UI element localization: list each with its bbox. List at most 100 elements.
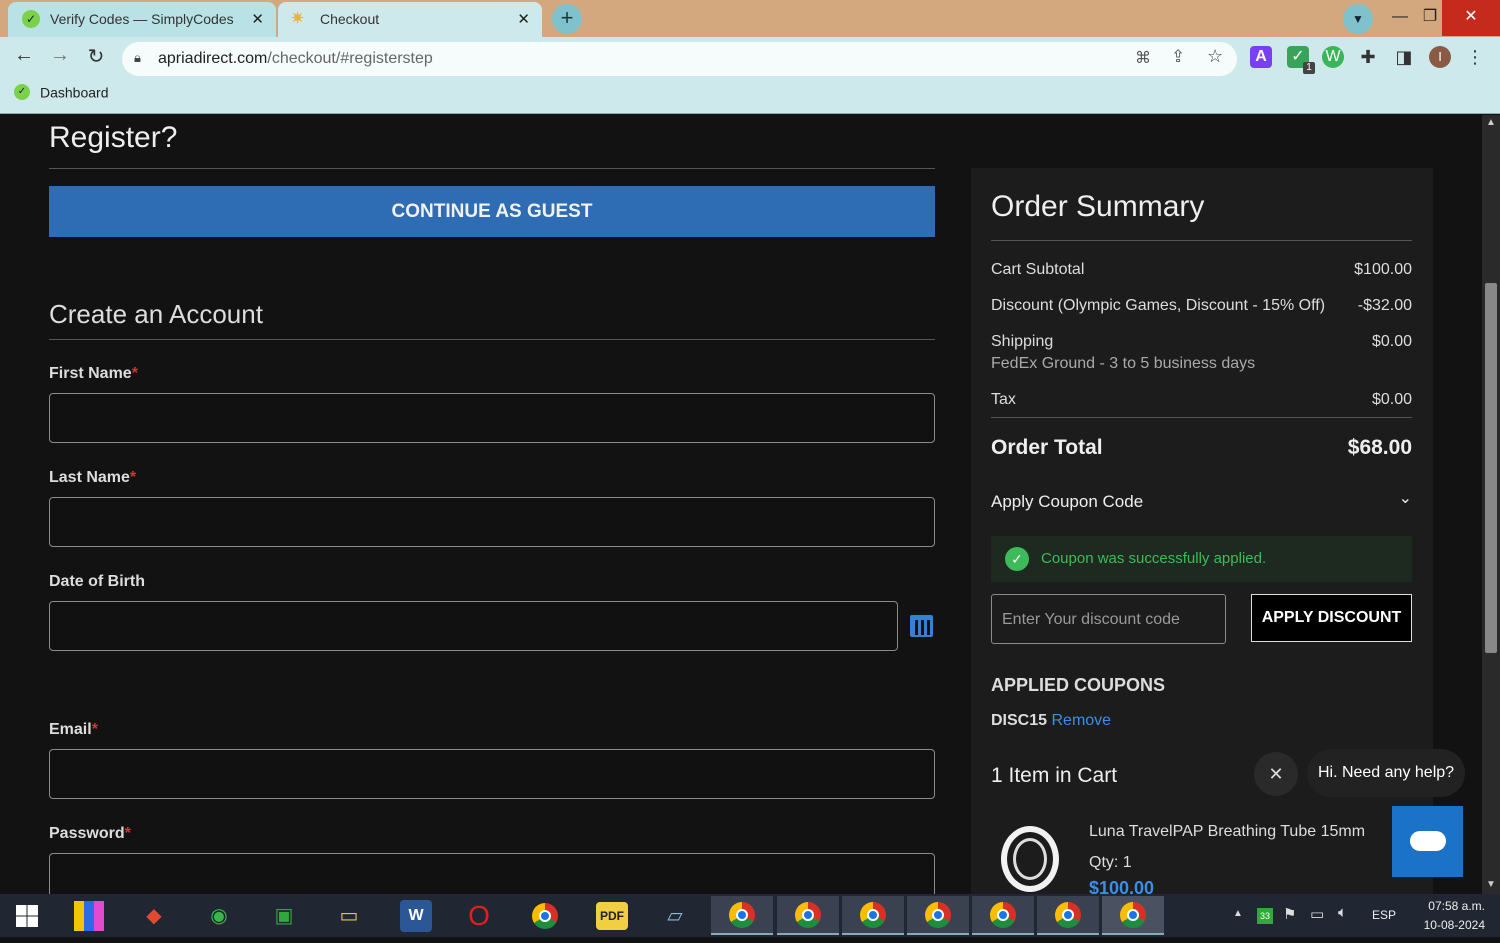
tab-checkout[interactable]: ✷ Checkout ✕	[278, 2, 542, 37]
tab-search-chevron-icon[interactable]: ▼	[1343, 4, 1373, 34]
bookmark-star-icon[interactable]: ☆	[1207, 46, 1223, 67]
url-text: apriadirect.com/checkout/#registerstep	[158, 50, 433, 68]
checkout-page: Register? CONTINUE AS GUEST Create an Ac…	[0, 115, 1482, 894]
product-thumbnail	[1001, 826, 1059, 892]
tax-label: Tax	[991, 391, 1016, 408]
coupon-toggle-label: Apply Coupon Code	[991, 492, 1144, 511]
shipping-value: $0.00	[1371, 333, 1412, 350]
tab-close-icon[interactable]: ✕	[517, 10, 530, 28]
discount-code-placeholder: Enter Your discount code	[1002, 611, 1180, 628]
word-icon[interactable]: W	[400, 900, 432, 932]
extension-w-icon[interactable]: W	[1322, 46, 1344, 68]
opera-icon[interactable]: O	[460, 898, 498, 934]
chrome-window-4[interactable]	[907, 896, 969, 935]
browser-menu-icon[interactable]: ⋮	[1464, 46, 1486, 68]
tray-overflow-chevron-icon[interactable]: ▲	[1233, 908, 1243, 919]
divider	[49, 168, 935, 169]
subtotal-label: Cart Subtotal	[991, 261, 1085, 278]
simplycodes-icon: ✓	[22, 10, 40, 28]
chrome-window-5[interactable]	[972, 896, 1034, 935]
chrome-window-1[interactable]	[711, 896, 773, 935]
subtotal-row: Cart Subtotal $100.00	[991, 261, 1412, 279]
tab-title: Checkout	[320, 11, 380, 27]
app-green-icon[interactable]: ▣	[265, 898, 303, 934]
coupon-success-text: Coupon was successfully applied.	[1041, 550, 1267, 567]
page-scrollbar[interactable]: ▲ ▼	[1482, 115, 1500, 894]
last-name-label: Last Name*	[49, 469, 136, 487]
chevron-down-icon: ⌄	[1398, 490, 1412, 507]
apply-discount-button[interactable]: APPLY DISCOUNT	[1251, 594, 1412, 642]
new-tab-button[interactable]: +	[552, 4, 582, 34]
file-explorer-icon[interactable]: ▭	[330, 898, 368, 934]
chat-dismiss-button[interactable]: ✕	[1254, 752, 1298, 796]
chat-greeting-bubble[interactable]: Hi. Need any help?	[1307, 749, 1465, 797]
coupon-success-message: ✓ Coupon was successfully applied.	[991, 536, 1412, 582]
scrollbar-thumb[interactable]	[1485, 283, 1497, 653]
date-of-birth-input[interactable]	[49, 601, 898, 651]
subtotal-value: $100.00	[1354, 261, 1412, 278]
applied-coupon-row: DISC15 Remove	[991, 712, 1111, 730]
back-arrow-icon[interactable]: ←	[10, 44, 38, 67]
create-account-heading: Create an Account	[49, 299, 263, 329]
network-icon[interactable]: ▭	[1310, 905, 1324, 923]
flag-icon[interactable]: ⚑	[1283, 905, 1296, 923]
password-label: Password*	[49, 825, 131, 843]
last-name-input[interactable]	[49, 497, 935, 547]
remove-coupon-link[interactable]: Remove	[1051, 712, 1111, 729]
tab-verify-codes[interactable]: ✓ Verify Codes — SimplyCodes ✕	[8, 2, 276, 37]
email-input[interactable]	[49, 749, 935, 799]
discount-code-input[interactable]: Enter Your discount code	[991, 594, 1226, 644]
chat-launcher-button[interactable]	[1392, 806, 1463, 877]
app-globe-icon[interactable]: ◉	[200, 898, 238, 934]
translate-icon[interactable]: ⌘	[1135, 48, 1151, 68]
bookmark-dashboard[interactable]: ✓ Dashboard	[14, 83, 109, 101]
apply-coupon-toggle[interactable]: Apply Coupon Code ⌄	[991, 490, 1412, 512]
language-indicator[interactable]: ESP	[1372, 908, 1396, 922]
required-mark: *	[124, 825, 131, 842]
profile-avatar[interactable]: I	[1429, 46, 1451, 68]
password-input[interactable]	[49, 853, 935, 894]
window-close-button[interactable]: ✕	[1442, 0, 1500, 36]
chrome-icon[interactable]	[526, 898, 564, 934]
chrome-window-3[interactable]	[842, 896, 904, 935]
windows-taskbar: ◆ ◉ ▣ ▭ W O PDF ▱ ▲ 33 ⚑ ▭ 🔈︎ ESP 07:58 …	[0, 894, 1500, 937]
simplycodes-icon: ✓	[14, 84, 30, 101]
app-red-icon[interactable]: ◆	[135, 898, 173, 934]
share-icon[interactable]: ⇪	[1171, 47, 1185, 67]
extensions-puzzle-icon[interactable]: ✚	[1357, 46, 1379, 68]
tray-badge-icon[interactable]: 33	[1257, 908, 1273, 924]
sun-icon: ✷	[290, 8, 306, 28]
first-name-input[interactable]	[49, 393, 935, 443]
extension-a-icon[interactable]: A	[1250, 46, 1272, 68]
applied-coupon-code: DISC15	[991, 712, 1048, 729]
clock-time[interactable]: 07:58 a.m.	[1405, 899, 1485, 913]
calendar-icon[interactable]	[910, 615, 933, 637]
chrome-window-active[interactable]	[1102, 896, 1164, 935]
scroll-down-arrow-icon[interactable]: ▼	[1486, 879, 1496, 890]
reload-icon[interactable]: ↻	[82, 44, 110, 69]
app-notepad-icon[interactable]: ▱	[656, 898, 694, 934]
divider	[991, 240, 1412, 241]
shipping-method: FedEx Ground - 3 to 5 business days	[991, 355, 1256, 372]
tab-close-icon[interactable]: ✕	[251, 10, 264, 28]
scroll-up-arrow-icon[interactable]: ▲	[1486, 117, 1496, 128]
forward-arrow-icon[interactable]: →	[46, 44, 74, 67]
chrome-window-6[interactable]	[1037, 896, 1099, 935]
windows-start-icon[interactable]	[8, 898, 46, 934]
clock-date[interactable]: 10-08-2024	[1405, 918, 1485, 932]
chrome-window-2[interactable]	[777, 896, 839, 935]
app-stripes-icon[interactable]	[70, 898, 108, 934]
extension-badge: 1	[1303, 62, 1315, 74]
address-bar[interactable]: 🔒︎ apriadirect.com/checkout/#registerste…	[122, 42, 1237, 76]
divider	[49, 339, 935, 340]
volume-icon[interactable]: 🔈︎	[1338, 904, 1347, 921]
pdf-icon[interactable]: PDF	[596, 902, 628, 930]
email-label: Email*	[49, 721, 98, 739]
lock-icon: 🔒︎	[134, 50, 141, 65]
url-path: /checkout/#registerstep	[267, 50, 433, 67]
product-name[interactable]: Luna TravelPAP Breathing Tube 15mm	[1089, 823, 1365, 841]
continue-as-guest-button[interactable]: CONTINUE AS GUEST	[49, 186, 935, 237]
label-text: Password	[49, 825, 125, 842]
extension-shield-icon[interactable]: ✓ 1	[1287, 46, 1315, 74]
side-panel-icon[interactable]: ◨	[1393, 46, 1415, 68]
